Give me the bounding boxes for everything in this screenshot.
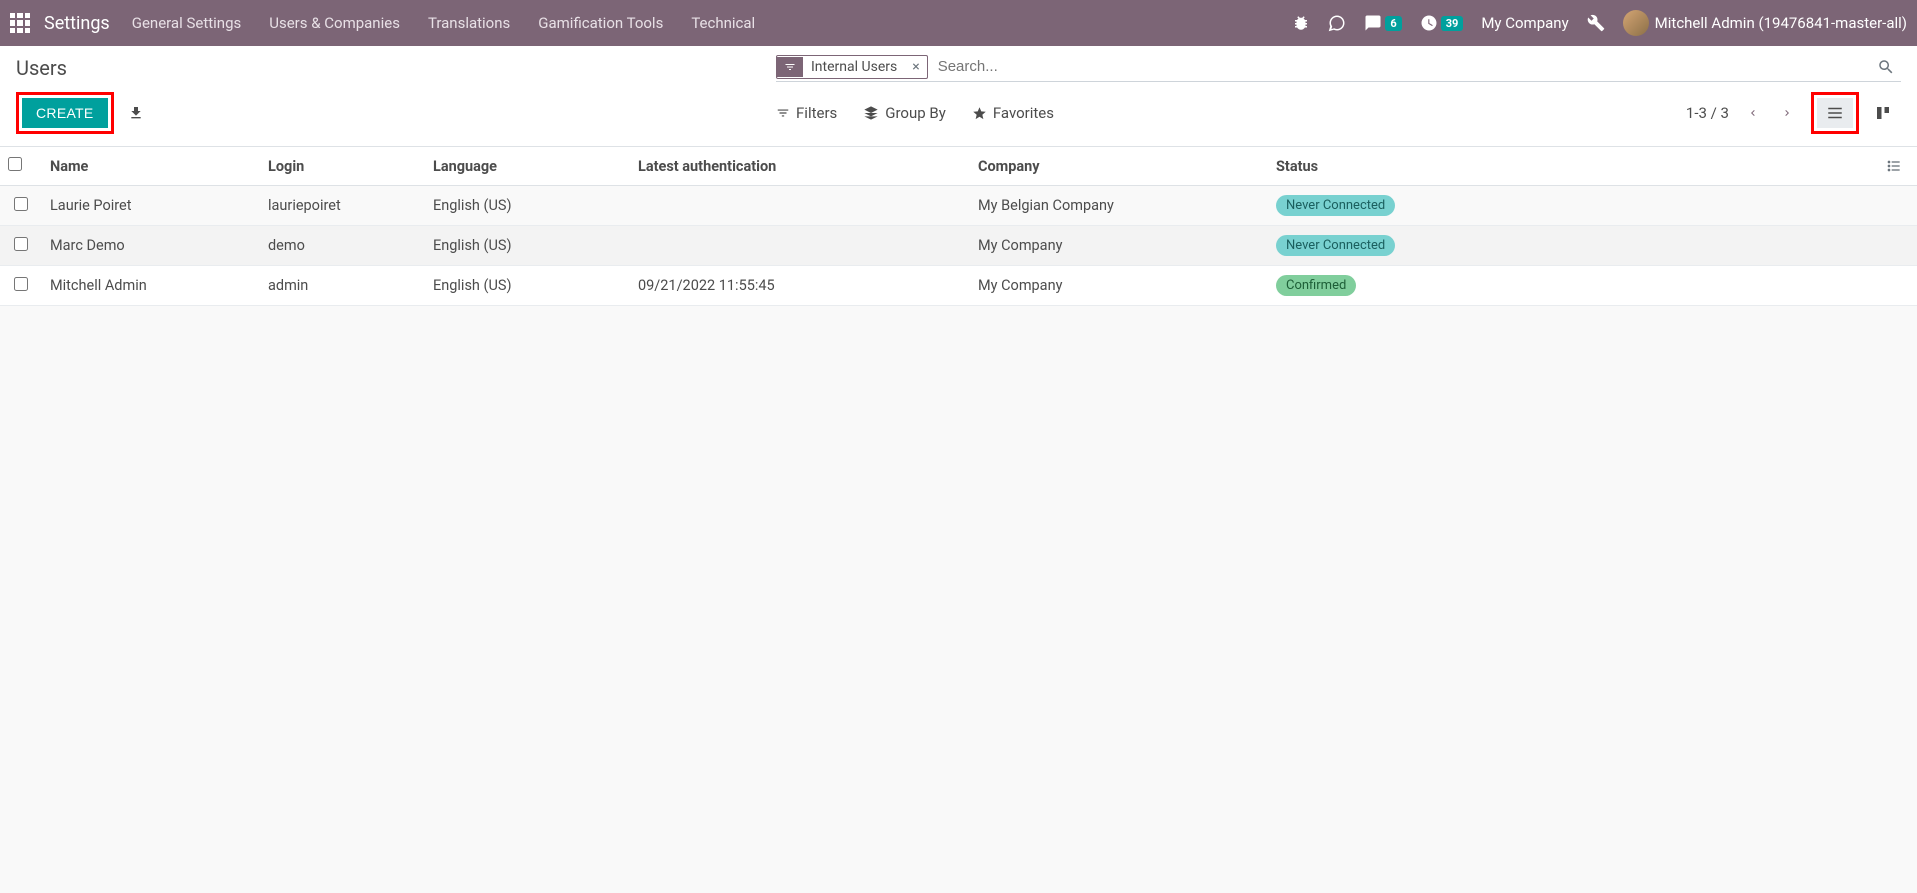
cell-status: Never Connected (1268, 226, 1877, 266)
row-checkbox[interactable] (14, 237, 28, 251)
nav-right: 6 39 My Company Mitchell Admin (19476841… (1292, 10, 1907, 36)
cell-status: Never Connected (1268, 186, 1877, 226)
breadcrumb: Users (16, 56, 776, 80)
filters-dropdown[interactable]: Filters (776, 104, 837, 122)
main-navbar: Settings General Settings Users & Compan… (0, 0, 1917, 46)
filter-icon (777, 57, 803, 77)
row-checkbox[interactable] (14, 197, 28, 211)
user-label: Mitchell Admin (19476841-master-all) (1655, 14, 1907, 32)
status-badge: Confirmed (1276, 275, 1356, 296)
select-all-checkbox[interactable] (8, 157, 22, 171)
activities-badge: 39 (1441, 16, 1464, 31)
bug-icon[interactable] (1292, 14, 1310, 32)
row-checkbox[interactable] (14, 277, 28, 291)
nav-gamification[interactable]: Gamification Tools (538, 14, 663, 32)
status-badge: Never Connected (1276, 195, 1395, 216)
cell-latest-auth: 09/21/2022 11:55:45 (630, 266, 970, 306)
cell-latest-auth (630, 226, 970, 266)
groupby-label: Group By (885, 104, 946, 122)
nav-users-companies[interactable]: Users & Companies (269, 14, 400, 32)
cell-status: Confirmed (1268, 266, 1877, 306)
kanban-view-button[interactable] (1865, 98, 1901, 128)
col-header-status[interactable]: Status (1268, 147, 1877, 186)
create-button[interactable]: CREATE (22, 98, 108, 128)
facet-remove-icon[interactable]: × (905, 59, 926, 75)
users-table: Name Login Language Latest authenticatio… (0, 147, 1917, 306)
cell-name: Laurie Poiret (42, 186, 260, 226)
col-header-login[interactable]: Login (260, 147, 425, 186)
select-all-header (0, 147, 42, 186)
cell-language: English (US) (425, 226, 630, 266)
pager-next-icon[interactable] (1777, 107, 1797, 119)
cell-login: demo (260, 226, 425, 266)
filters-label: Filters (796, 104, 837, 122)
import-button[interactable] (124, 101, 148, 125)
search-facet: Internal Users × (776, 55, 928, 79)
col-header-latest-auth[interactable]: Latest authentication (630, 147, 970, 186)
company-switcher[interactable]: My Company (1481, 14, 1568, 32)
tools-icon[interactable] (1587, 14, 1605, 32)
activities-icon[interactable]: 39 (1420, 14, 1464, 32)
cell-language: English (US) (425, 186, 630, 226)
nav-translations[interactable]: Translations (428, 14, 510, 32)
highlight-list-view (1811, 92, 1859, 134)
view-switcher (1811, 92, 1901, 134)
table-row[interactable]: Laurie Poiret lauriepoiret English (US) … (0, 186, 1917, 226)
messages-badge: 6 (1385, 16, 1401, 31)
search-bar[interactable]: Internal Users × (776, 54, 1901, 82)
table-row[interactable]: Mitchell Admin admin English (US) 09/21/… (0, 266, 1917, 306)
navbar-brand[interactable]: Settings (44, 13, 110, 34)
cell-login: admin (260, 266, 425, 306)
facet-label: Internal Users (803, 56, 905, 78)
cell-latest-auth (630, 186, 970, 226)
optional-columns-icon[interactable] (1885, 158, 1909, 174)
user-menu[interactable]: Mitchell Admin (19476841-master-all) (1623, 10, 1907, 36)
cell-login: lauriepoiret (260, 186, 425, 226)
pager-prev-icon[interactable] (1743, 107, 1763, 119)
avatar (1623, 10, 1649, 36)
col-optional (1877, 147, 1917, 186)
favorites-label: Favorites (993, 104, 1054, 122)
search-icon[interactable] (1871, 58, 1901, 76)
table-header-row: Name Login Language Latest authenticatio… (0, 147, 1917, 186)
messages-icon[interactable]: 6 (1364, 14, 1401, 32)
cell-name: Mitchell Admin (42, 266, 260, 306)
company-label: My Company (1481, 14, 1568, 32)
support-icon[interactable] (1328, 14, 1346, 32)
col-header-language[interactable]: Language (425, 147, 630, 186)
col-header-name[interactable]: Name (42, 147, 260, 186)
favorites-dropdown[interactable]: Favorites (972, 104, 1054, 122)
pager-text: 1-3 / 3 (1686, 104, 1729, 122)
search-input[interactable] (934, 54, 1871, 79)
apps-icon[interactable] (10, 13, 30, 33)
col-header-company[interactable]: Company (970, 147, 1268, 186)
groupby-dropdown[interactable]: Group By (863, 104, 946, 122)
cell-company: My Company (970, 226, 1268, 266)
cell-company: My Belgian Company (970, 186, 1268, 226)
nav-technical[interactable]: Technical (691, 14, 755, 32)
cell-name: Marc Demo (42, 226, 260, 266)
cell-company: My Company (970, 266, 1268, 306)
nav-general-settings[interactable]: General Settings (132, 14, 242, 32)
list-view-button[interactable] (1817, 98, 1853, 128)
cell-language: English (US) (425, 266, 630, 306)
nav-menu: General Settings Users & Companies Trans… (132, 14, 1293, 32)
status-badge: Never Connected (1276, 235, 1395, 256)
highlight-create: CREATE (16, 92, 114, 134)
table-row[interactable]: Marc Demo demo English (US) My Company N… (0, 226, 1917, 266)
control-panel: Users Internal Users × CREATE (0, 46, 1917, 147)
